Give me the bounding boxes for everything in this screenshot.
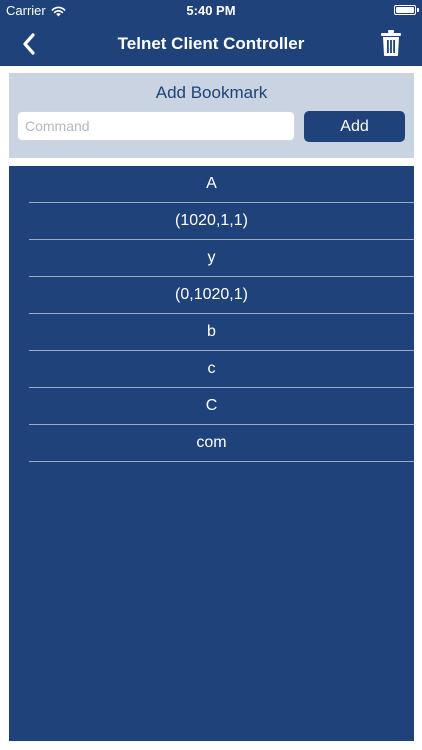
list-item[interactable]: (1020,1,1)	[9, 203, 414, 240]
chevron-left-icon	[23, 33, 35, 55]
page-title: Telnet Client Controller	[117, 34, 305, 53]
bookmark-list: A (1020,1,1) y (0,1020,1) b c C com	[9, 166, 414, 741]
add-bookmark-panel: Add Bookmark Add	[9, 73, 414, 158]
delete-all-button[interactable]	[380, 29, 402, 57]
header: Carrier 5:40 PM Telnet Client Controller	[0, 0, 422, 66]
status-time: 5:40 PM	[186, 3, 236, 18]
back-button[interactable]	[18, 30, 48, 58]
add-button[interactable]: Add	[304, 111, 405, 142]
list-item[interactable]: b	[9, 314, 414, 351]
add-bookmark-title: Add Bookmark	[155, 83, 268, 102]
list-item[interactable]: (0,1020,1)	[9, 277, 414, 314]
command-input[interactable]	[17, 111, 295, 141]
navigation-bar: Telnet Client Controller	[0, 22, 422, 66]
battery-icon	[394, 5, 419, 15]
list-item[interactable]: com	[9, 425, 414, 462]
status-bar: Carrier 5:40 PM	[0, 0, 422, 22]
list-item[interactable]: C	[9, 388, 414, 425]
list-item[interactable]: y	[9, 240, 414, 277]
list-item[interactable]: c	[9, 351, 414, 388]
trash-icon	[381, 30, 401, 56]
list-item[interactable]: A	[9, 166, 414, 203]
